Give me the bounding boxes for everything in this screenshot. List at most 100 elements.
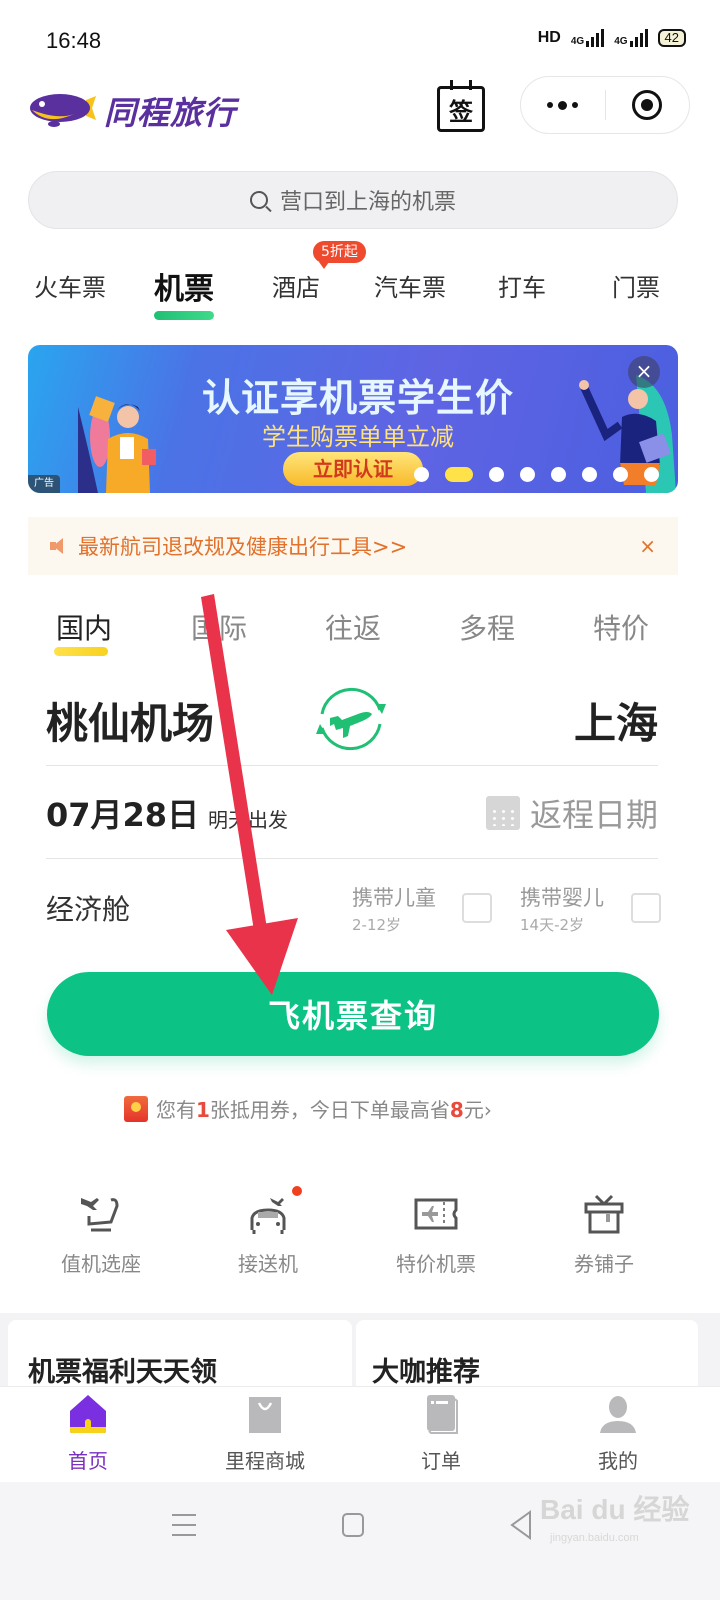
carousel-dot[interactable] bbox=[644, 467, 659, 482]
carousel-dot[interactable] bbox=[613, 467, 628, 482]
recent-apps-button[interactable] bbox=[172, 1514, 196, 1536]
tab-round-trip[interactable]: 往返 bbox=[325, 607, 381, 647]
signal-2-icon: 4G bbox=[614, 29, 648, 47]
nav-label: 首页 bbox=[68, 1449, 108, 1473]
home-icon bbox=[70, 1395, 106, 1433]
departure-date[interactable]: 07月28日 bbox=[46, 790, 199, 836]
banner-title: 认证享机票学生价 bbox=[201, 376, 514, 420]
quick-link-transfer[interactable]: 接送机 bbox=[208, 1192, 328, 1277]
signal-1-label: 4G bbox=[570, 36, 585, 47]
status-time: 16:48 bbox=[46, 28, 102, 53]
quick-link-label: 特价机票 bbox=[396, 1252, 476, 1276]
sign-in-calendar-icon[interactable]: 签 bbox=[437, 80, 485, 132]
coupon-middle: 张抵用券，今日下单最高省 bbox=[209, 1098, 450, 1122]
seat-icon bbox=[81, 1198, 119, 1232]
ticket-icon bbox=[414, 1198, 458, 1230]
nav-label: 我的 bbox=[598, 1449, 638, 1473]
more-dot bbox=[572, 102, 579, 108]
nav-home[interactable]: 首页 bbox=[18, 1393, 158, 1474]
red-envelope-icon bbox=[124, 1095, 148, 1122]
quick-link-checkin[interactable]: 值机选座 bbox=[41, 1192, 161, 1277]
bag-icon bbox=[249, 1397, 281, 1433]
notice-bar[interactable]: 最新航司退改规及健康出行工具>> × bbox=[28, 517, 678, 575]
quick-link-label: 值机选座 bbox=[61, 1252, 141, 1276]
quick-link-coupons[interactable]: 券铺子 bbox=[544, 1192, 664, 1277]
notice-text[interactable]: 最新航司退改规及健康出行工具>> bbox=[78, 531, 639, 561]
quick-link-label: 接送机 bbox=[238, 1252, 298, 1276]
more-dot bbox=[558, 100, 568, 110]
tab-international[interactable]: 国际 bbox=[191, 607, 247, 647]
infant-label: 携带婴儿 bbox=[520, 886, 604, 910]
bottom-navigation: 首页 里程商城 订单 我的 bbox=[0, 1386, 720, 1482]
promo-banner[interactable]: 认证享机票学生价 学生购票单单立减 立即认证 广告 × bbox=[28, 345, 678, 493]
close-miniprogram-button[interactable] bbox=[606, 90, 690, 120]
notice-close-button[interactable]: × bbox=[639, 534, 656, 558]
card-title: 机票福利天天领 bbox=[28, 1357, 217, 1388]
search-placeholder: 营口到上海的机票 bbox=[279, 190, 456, 215]
flight-tab-indicator bbox=[54, 647, 108, 656]
brand-logo: 同程旅行 bbox=[28, 88, 236, 134]
tab-hotel[interactable]: 酒店 bbox=[272, 268, 320, 303]
user-icon bbox=[600, 1396, 636, 1433]
banner-close-button[interactable]: × bbox=[628, 356, 660, 388]
swap-cities-icon[interactable] bbox=[312, 680, 390, 758]
more-button[interactable] bbox=[521, 100, 605, 110]
divider bbox=[46, 765, 658, 766]
baidu-watermark-url: jingyan.baidu.com bbox=[550, 1532, 639, 1544]
nav-label: 订单 bbox=[421, 1449, 461, 1473]
notification-dot bbox=[292, 1186, 302, 1196]
banner-verify-button[interactable]: 立即认证 bbox=[283, 452, 423, 486]
baidu-watermark: Bai du 经验 bbox=[540, 1494, 690, 1525]
student-illustration-left bbox=[78, 396, 156, 493]
hd-indicator: HD bbox=[537, 29, 561, 46]
nav-mileage-mall[interactable]: 里程商城 bbox=[195, 1393, 335, 1474]
carousel-dot[interactable] bbox=[445, 467, 473, 482]
child-checkbox[interactable] bbox=[462, 893, 492, 923]
tab-bus[interactable]: 汽车票 bbox=[374, 268, 446, 303]
infant-age: 14天-2岁 bbox=[520, 916, 585, 934]
banner-subtitle: 学生购票单单立减 bbox=[262, 423, 454, 451]
carousel-dot[interactable] bbox=[520, 467, 535, 482]
quick-link-deals[interactable]: 特价机票 bbox=[376, 1192, 496, 1277]
infant-option: 携带婴儿 14天-2岁 bbox=[520, 882, 604, 935]
child-option: 携带儿童 2-12岁 bbox=[352, 882, 436, 935]
departure-city[interactable]: 桃仙机场 bbox=[46, 690, 214, 751]
coupon-amount: 8 bbox=[449, 1098, 464, 1122]
return-date-picker[interactable]: 返程日期 bbox=[485, 790, 658, 836]
quick-link-label: 券铺子 bbox=[574, 1252, 634, 1276]
coupon-notice[interactable]: 您有1张抵用券，今日下单最高省8元› bbox=[124, 1094, 492, 1123]
coupon-count: 1 bbox=[196, 1098, 210, 1122]
order-icon bbox=[427, 1395, 458, 1434]
tab-taxi[interactable]: 打车 bbox=[498, 268, 546, 303]
home-button[interactable] bbox=[342, 1513, 364, 1537]
carousel-dot[interactable] bbox=[582, 467, 597, 482]
tab-multi-city[interactable]: 多程 bbox=[459, 607, 515, 647]
chevron-right-icon: › bbox=[483, 1098, 492, 1122]
cabin-class-selector[interactable]: 经济舱 bbox=[46, 888, 130, 928]
tab-special-price[interactable]: 特价 bbox=[593, 607, 649, 647]
departure-date-note: 明天出发 bbox=[208, 808, 288, 832]
carousel-dot[interactable] bbox=[414, 467, 429, 482]
carousel-indicator bbox=[414, 467, 659, 482]
divider bbox=[46, 858, 658, 859]
return-date-placeholder: 返程日期 bbox=[529, 796, 658, 834]
infant-checkbox[interactable] bbox=[631, 893, 661, 923]
tab-tickets[interactable]: 门票 bbox=[612, 268, 660, 303]
back-button[interactable] bbox=[510, 1510, 532, 1540]
tab-train[interactable]: 火车票 bbox=[34, 268, 106, 303]
ad-label: 广告 bbox=[28, 475, 60, 493]
battery-icon: 42 bbox=[657, 29, 686, 47]
nav-profile[interactable]: 我的 bbox=[548, 1393, 688, 1474]
carousel-dot[interactable] bbox=[489, 467, 504, 482]
search-flights-button[interactable]: 飞机票查询 bbox=[47, 972, 659, 1056]
tab-flight[interactable]: 机票 bbox=[154, 264, 214, 308]
coupon-suffix: 元 bbox=[463, 1098, 484, 1122]
search-input[interactable]: 营口到上海的机票 bbox=[28, 171, 678, 229]
carousel-dot[interactable] bbox=[551, 467, 566, 482]
calendar-icon bbox=[485, 796, 520, 830]
arrival-city[interactable]: 上海 bbox=[574, 690, 658, 751]
search-icon bbox=[249, 191, 268, 209]
tab-domestic[interactable]: 国内 bbox=[56, 607, 112, 647]
nav-orders[interactable]: 订单 bbox=[371, 1393, 511, 1474]
category-tabs: 火车票 机票 酒店 汽车票 打车 门票 bbox=[0, 262, 720, 322]
